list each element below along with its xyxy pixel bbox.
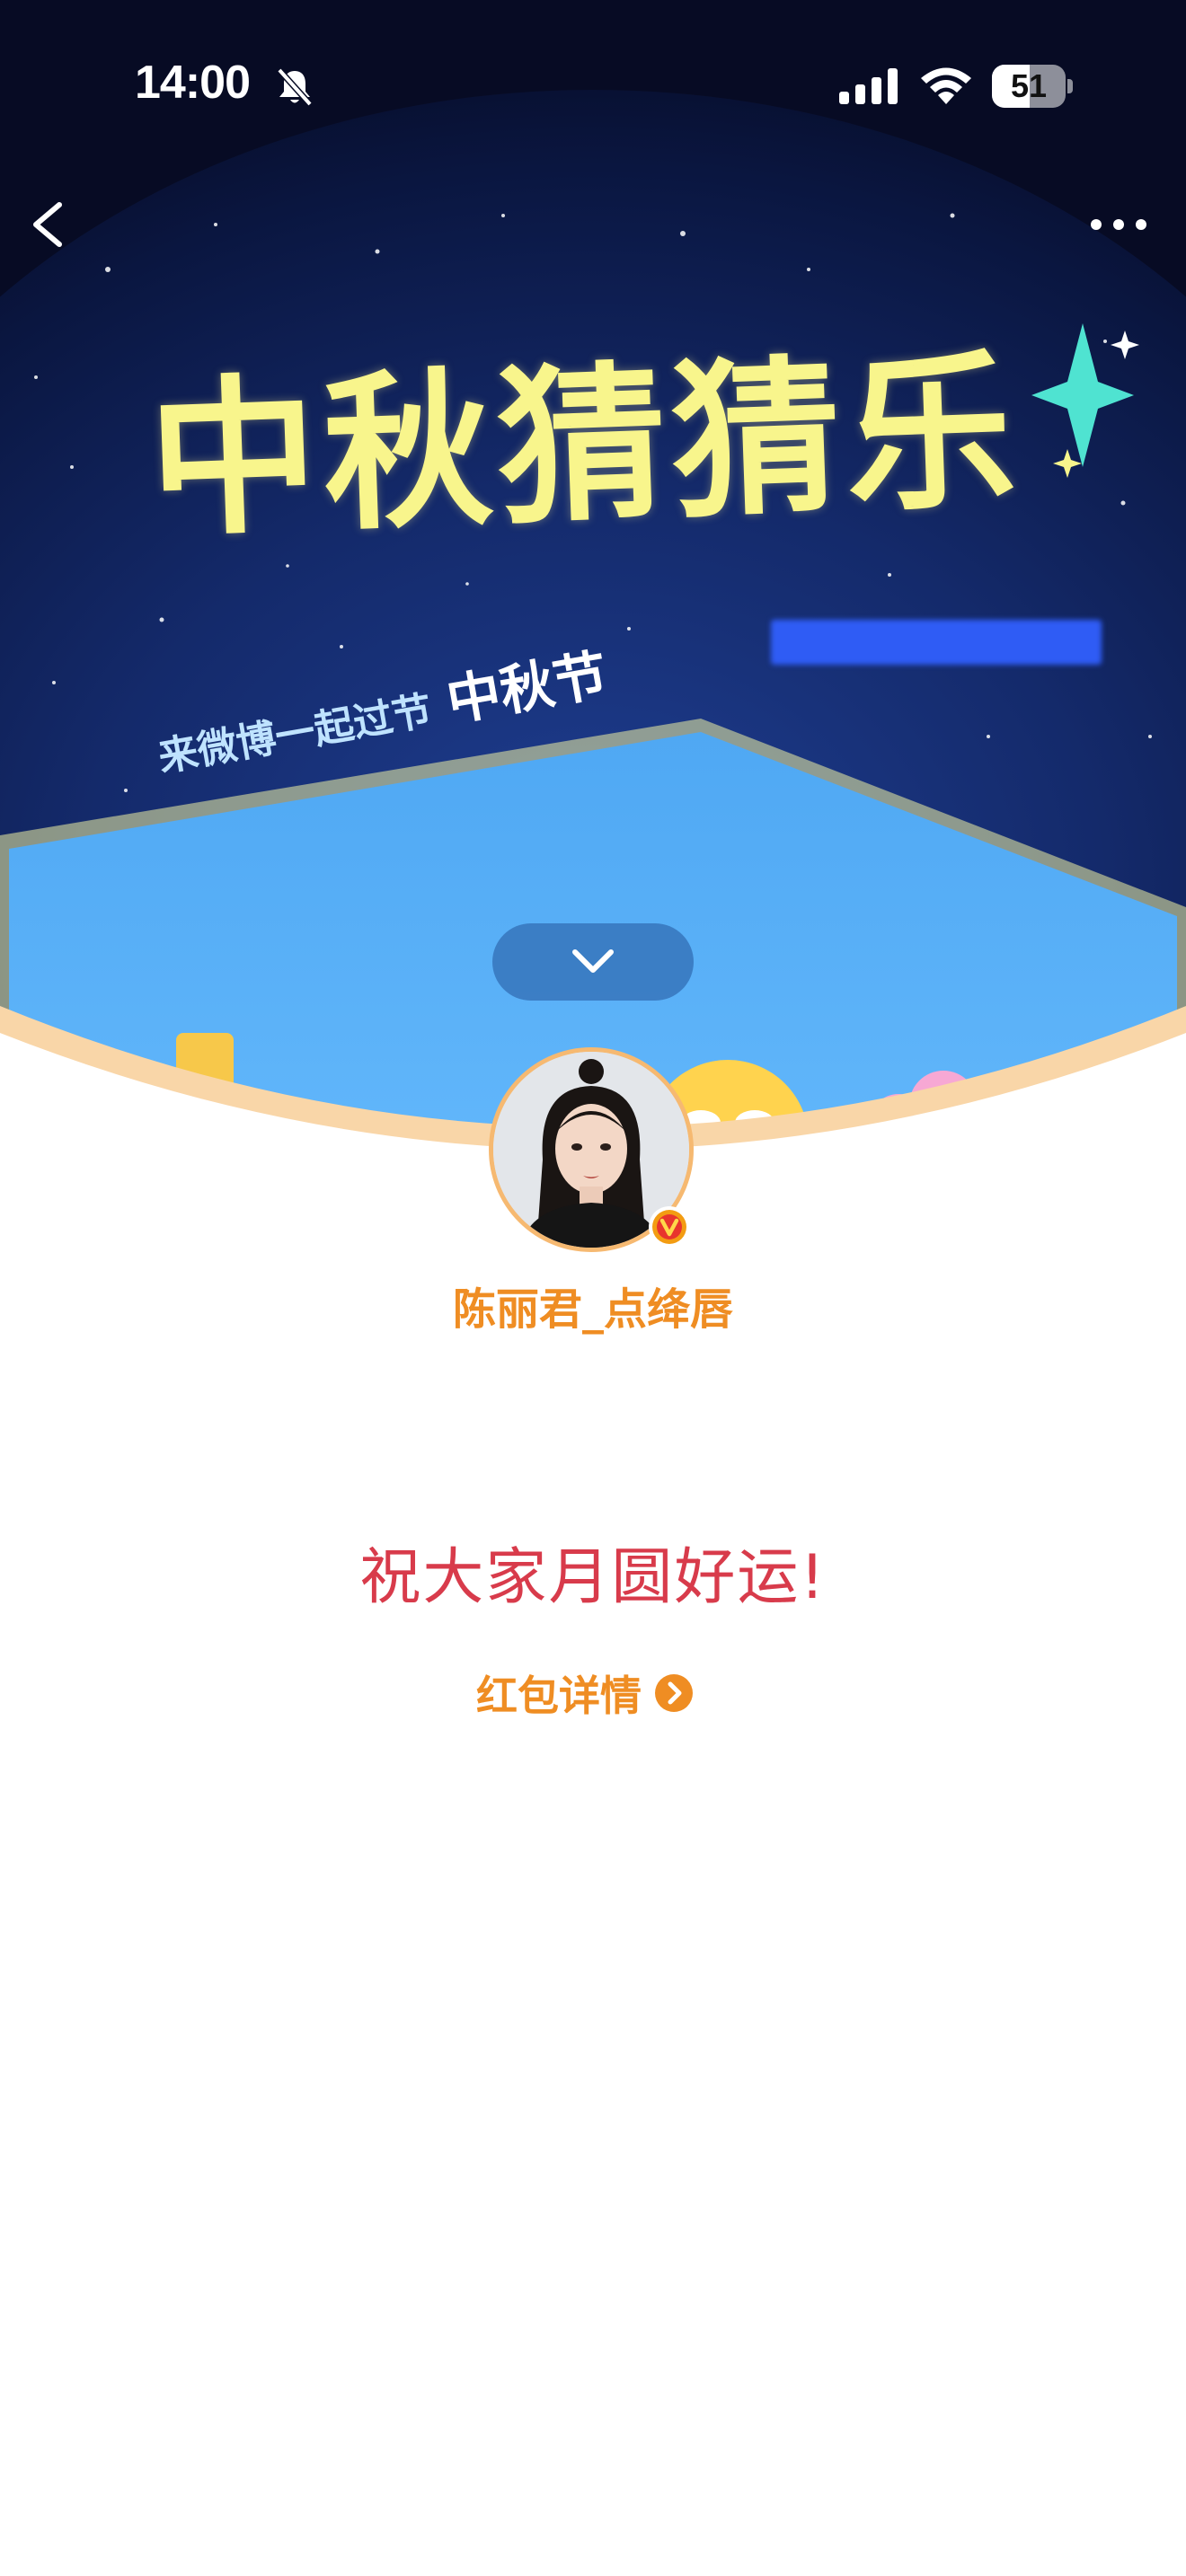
battery-indicator: 51 [992, 65, 1073, 108]
status-time: 14:00 [135, 57, 251, 109]
battery-nub [1067, 79, 1073, 93]
signal-icon [839, 68, 898, 104]
more-options-button[interactable] [1078, 198, 1159, 251]
sender-name[interactable]: 陈丽君_点绛唇 [0, 1274, 1186, 1337]
battery-icon: 51 [992, 65, 1066, 108]
expand-banner-button[interactable] [492, 923, 694, 1001]
chevron-left-icon [33, 202, 62, 247]
more-dots-icon [1091, 219, 1146, 230]
status-bar: 14:00 51 [0, 0, 1186, 171]
battery-level: 51 [1010, 67, 1048, 104]
red-packet-screen: 中秋猜猜乐 来微博一起过节 中秋节 14:00 51 陈丽君_点绛唇 祝大家月圆… [0, 0, 1186, 2576]
banner-title: 中秋猜猜乐 [145, 331, 1024, 560]
greeting-message: 祝大家月圆好运! [359, 1542, 827, 1613]
chevron-right-circle-icon [655, 1674, 693, 1712]
back-button[interactable] [16, 189, 79, 260]
wifi-icon [921, 67, 971, 104]
red-packet-details-link[interactable]: 红包详情 [476, 1663, 694, 1723]
chevron-down-icon [572, 949, 614, 973]
details-link-label: 红包详情 [476, 1672, 642, 1720]
redacted-overlay [771, 620, 1102, 665]
verified-v-icon [649, 1206, 690, 1248]
bell-muted-icon [277, 67, 313, 107]
